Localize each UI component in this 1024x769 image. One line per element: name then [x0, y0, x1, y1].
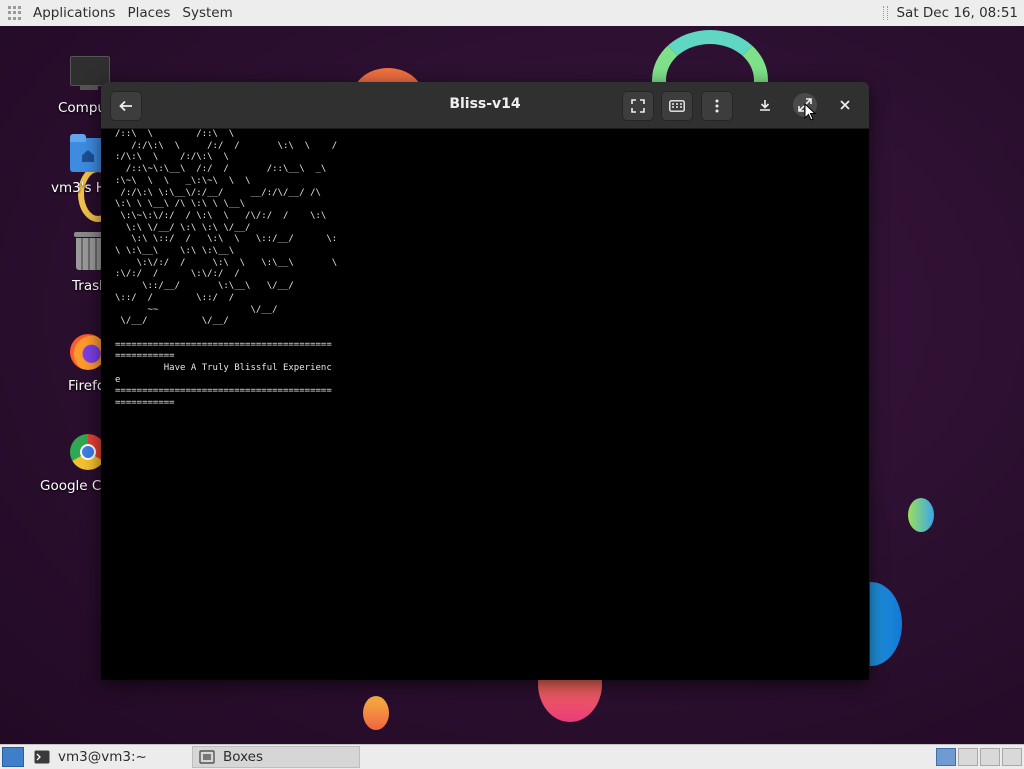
applications-grid-icon[interactable] [8, 6, 22, 20]
workspace-switcher [936, 748, 1022, 766]
show-desktop-button[interactable] [2, 747, 24, 767]
close-icon [840, 100, 850, 110]
top-panel: Applications Places System Sat Dec 16, 0… [0, 0, 1024, 27]
mouse-cursor-icon [804, 103, 816, 121]
menu-system[interactable]: System [178, 5, 236, 21]
close-button[interactable] [830, 91, 860, 119]
wallpaper-small-dot [363, 696, 389, 730]
workspace-2[interactable] [958, 748, 978, 766]
panel-separator [883, 6, 889, 20]
terminal-icon [34, 750, 50, 764]
task-label: vm3@vm3:~ [58, 749, 147, 765]
vm-console-display[interactable]: /::\ \ /::\ \ /:/\:\ \ /:/ / \:\ \ / :/\… [101, 129, 869, 680]
download-icon [760, 100, 770, 111]
clock-text: Sat Dec 16, 08:51 [896, 5, 1018, 21]
menu-applications[interactable]: Applications [29, 5, 119, 21]
download-button[interactable] [750, 91, 780, 119]
vm-window: Bliss-v14 /::\ \ /::\ \ /:/\:\ \ /:/ / \… [101, 82, 869, 680]
workspace-3[interactable] [980, 748, 1000, 766]
console-text: /::\ \ /::\ \ /:/\:\ \ /:/ / \:\ \ / :/\… [115, 129, 338, 409]
workspace-1[interactable] [936, 748, 956, 766]
task-label: Boxes [223, 749, 264, 765]
menu-places[interactable]: Places [123, 5, 174, 21]
fullscreen-icon [631, 99, 645, 113]
window-menu-button[interactable] [701, 91, 733, 121]
wallpaper-dot [908, 498, 934, 532]
workspace-4[interactable] [1002, 748, 1022, 766]
keyboard-icon [669, 100, 685, 112]
bottom-taskbar: vm3@vm3:~ Boxes [0, 744, 1024, 769]
menu-dots-icon [715, 99, 719, 113]
task-boxes[interactable]: Boxes [192, 746, 360, 768]
panel-clock[interactable]: Sat Dec 16, 08:51 [883, 5, 1018, 21]
task-terminal[interactable]: vm3@vm3:~ [28, 746, 190, 768]
window-headerbar[interactable]: Bliss-v14 [101, 82, 869, 129]
keyboard-button[interactable] [661, 91, 693, 121]
boxes-icon [199, 750, 215, 764]
fullscreen-button[interactable] [622, 91, 654, 121]
